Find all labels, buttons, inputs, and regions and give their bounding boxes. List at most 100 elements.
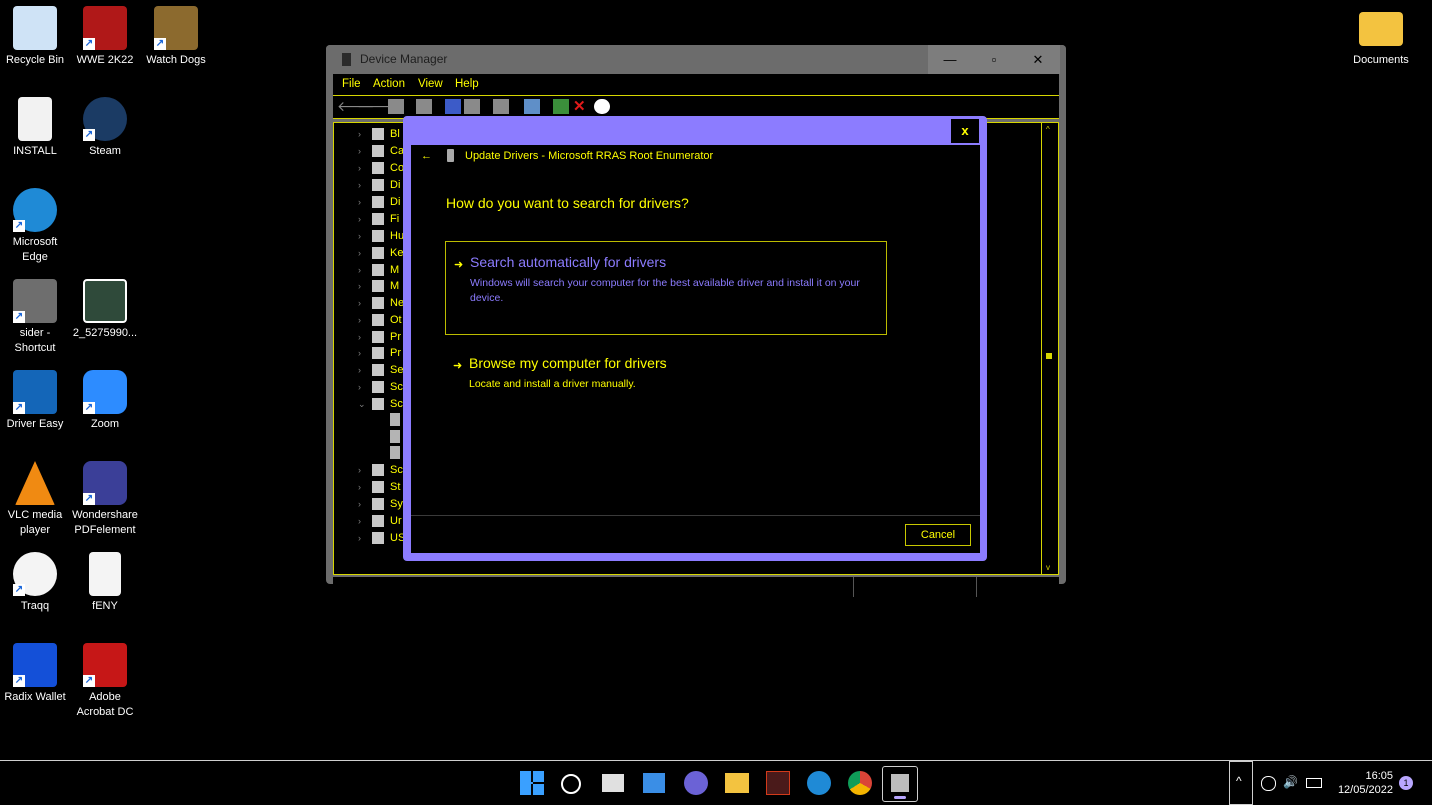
chevron-right-icon[interactable]: › bbox=[358, 146, 361, 156]
tree-category-row[interactable]: ›US bbox=[358, 531, 398, 547]
properties-icon[interactable] bbox=[388, 99, 404, 114]
tree-category-row[interactable]: ›Ke bbox=[358, 246, 398, 262]
tree-category-row[interactable]: ›St bbox=[358, 480, 398, 496]
tree-category-row[interactable]: ›M bbox=[358, 263, 398, 279]
update-driver-icon[interactable] bbox=[493, 99, 509, 114]
chevron-right-icon[interactable]: › bbox=[358, 197, 361, 207]
tree-child-device[interactable] bbox=[390, 413, 400, 426]
device-manager-taskbar-button[interactable] bbox=[882, 766, 918, 802]
title-bar[interactable]: Device Manager — ▫ ✕ bbox=[326, 45, 1066, 74]
notification-badge[interactable]: 1 bbox=[1399, 776, 1413, 790]
desktop-icon-wwe-2k22[interactable]: ↗ WWE 2K22 bbox=[70, 6, 140, 68]
language-globe-icon[interactable] bbox=[1261, 776, 1276, 791]
search-automatically-option[interactable]: ➜ Search automatically for drivers Windo… bbox=[445, 241, 887, 335]
chevron-right-icon[interactable]: › bbox=[358, 231, 361, 241]
chevron-right-icon[interactable]: › bbox=[358, 129, 361, 139]
scroll-up-icon[interactable]: ^ bbox=[1046, 125, 1050, 134]
chevron-right-icon[interactable]: › bbox=[358, 533, 361, 543]
chevron-right-icon[interactable]: › bbox=[358, 516, 361, 526]
show-hidden-icon[interactable] bbox=[416, 99, 432, 114]
chevron-right-icon[interactable]: › bbox=[358, 163, 361, 173]
browse-computer-option[interactable]: ➜ Browse my computer for drivers Locate … bbox=[445, 343, 885, 393]
chevron-right-icon[interactable]: › bbox=[358, 332, 361, 342]
file-explorer-icon[interactable] bbox=[725, 773, 749, 793]
tree-category-row[interactable]: ›Ot bbox=[358, 313, 398, 329]
edge-taskbar-icon[interactable] bbox=[807, 771, 831, 795]
tree-category-row[interactable]: ›Pr bbox=[358, 346, 398, 362]
maximize-button[interactable]: ▫ bbox=[972, 45, 1016, 74]
desktop-icon-recycle-bin[interactable]: Recycle Bin bbox=[0, 6, 70, 68]
tree-category-row[interactable]: ›Bl bbox=[358, 127, 398, 143]
desktop-icon-adobe-acrobat[interactable]: ↗ Adobe Acrobat DC bbox=[70, 643, 140, 720]
task-view-icon[interactable] bbox=[602, 774, 624, 792]
desktop-icon-feny[interactable]: fENY bbox=[70, 552, 140, 614]
close-button[interactable]: ✕ bbox=[1016, 45, 1060, 74]
teams-chat-icon[interactable] bbox=[684, 771, 708, 795]
scan-hardware-icon[interactable] bbox=[524, 99, 540, 114]
tree-category-row[interactable]: ›Ne bbox=[358, 296, 398, 312]
tree-category-row[interactable]: ›Fi bbox=[358, 212, 398, 228]
menu-help[interactable]: Help bbox=[455, 78, 479, 90]
tree-category-row[interactable]: ›Sc bbox=[358, 380, 398, 396]
battery-icon[interactable] bbox=[1306, 778, 1322, 788]
tree-category-row[interactable]: ›M bbox=[358, 279, 398, 295]
forward-icon[interactable]: 🡒 bbox=[357, 99, 373, 114]
app-red-icon[interactable] bbox=[766, 771, 790, 795]
search-icon[interactable] bbox=[561, 774, 581, 794]
chrome-icon[interactable] bbox=[848, 771, 872, 795]
chevron-down-icon[interactable]: ⌄ bbox=[358, 399, 366, 410]
desktop-icon-documents[interactable]: Documents bbox=[1346, 6, 1416, 68]
chevron-right-icon[interactable]: › bbox=[358, 298, 361, 308]
menu-action[interactable]: Action bbox=[373, 78, 405, 90]
chevron-right-icon[interactable]: › bbox=[358, 365, 361, 375]
chevron-right-icon[interactable]: › bbox=[358, 482, 361, 492]
chevron-right-icon[interactable]: › bbox=[358, 315, 361, 325]
back-icon[interactable]: 🡐 bbox=[337, 99, 353, 114]
desktop-icon-traqq[interactable]: ↗ Traqq bbox=[0, 552, 70, 614]
chevron-right-icon[interactable]: › bbox=[358, 499, 361, 509]
desktop-icon-vlc[interactable]: VLC media player bbox=[0, 461, 70, 538]
menu-view[interactable]: View bbox=[418, 78, 443, 90]
desktop-icon-pdfelement[interactable]: ↗ Wondershare PDFelement bbox=[70, 461, 140, 538]
tree-child-device[interactable] bbox=[390, 446, 400, 459]
clock[interactable]: 16:05 12/05/2022 bbox=[1327, 769, 1393, 797]
chevron-right-icon[interactable]: › bbox=[358, 214, 361, 224]
tree-category-row[interactable]: ›Ur bbox=[358, 514, 398, 530]
chevron-right-icon[interactable]: › bbox=[358, 180, 361, 190]
chevron-right-icon[interactable]: › bbox=[358, 281, 361, 291]
desktop-icon-steam[interactable]: ↗ Steam bbox=[70, 97, 140, 159]
help-icon[interactable] bbox=[445, 99, 461, 114]
tree-category-row[interactable]: ›Hu bbox=[358, 229, 398, 245]
desktop-icon-microsoft-edge[interactable]: ↗ Microsoft Edge bbox=[0, 188, 70, 265]
scroll-down-icon[interactable]: v bbox=[1046, 563, 1050, 572]
desktop-icon-radix-wallet[interactable]: ↗ Radix Wallet bbox=[0, 643, 70, 705]
tree-category-row[interactable]: ›Di bbox=[358, 195, 398, 211]
chevron-right-icon[interactable]: › bbox=[358, 265, 361, 275]
tree-category-row[interactable]: ›Ca bbox=[358, 144, 398, 160]
tree-child-device[interactable] bbox=[390, 430, 400, 443]
desktop-icon-zoom[interactable]: ↗ Zoom bbox=[70, 370, 140, 432]
desktop-icon-sider-shortcut[interactable]: ↗ sider - Shortcut bbox=[0, 279, 70, 356]
vertical-scrollbar[interactable]: ^ v bbox=[1041, 123, 1058, 574]
tree-category-row[interactable]: ›Pr bbox=[358, 330, 398, 346]
chevron-right-icon[interactable]: › bbox=[358, 382, 361, 392]
tree-category-row[interactable]: ›Co bbox=[358, 161, 398, 177]
download-icon[interactable] bbox=[594, 99, 610, 114]
desktop-icon-watch-dogs[interactable]: ↗ Watch Dogs bbox=[141, 6, 211, 68]
tree-category-row[interactable]: ›Di bbox=[358, 178, 398, 194]
tree-category-row[interactable]: ›Sy bbox=[358, 497, 398, 513]
dialog-close-button[interactable]: x bbox=[951, 119, 979, 143]
volume-icon[interactable]: 🔊 bbox=[1283, 775, 1298, 789]
back-arrow-icon[interactable]: ← bbox=[421, 150, 432, 162]
add-driver-icon[interactable] bbox=[553, 99, 569, 114]
scroll-thumb[interactable] bbox=[1046, 353, 1052, 359]
desktop-icon-install[interactable]: INSTALL bbox=[0, 97, 70, 159]
tray-chevron-button[interactable]: ^ bbox=[1229, 761, 1253, 805]
start-windows-icon[interactable] bbox=[520, 771, 544, 795]
tree-category-row[interactable]: ›Sc bbox=[358, 463, 398, 479]
chevron-right-icon[interactable]: › bbox=[358, 465, 361, 475]
chevron-right-icon[interactable]: › bbox=[358, 248, 361, 258]
minimize-button[interactable]: — bbox=[928, 45, 972, 74]
desktop-icon-image-file[interactable]: 2_5275990... bbox=[70, 279, 140, 341]
menu-file[interactable]: File bbox=[342, 78, 361, 90]
